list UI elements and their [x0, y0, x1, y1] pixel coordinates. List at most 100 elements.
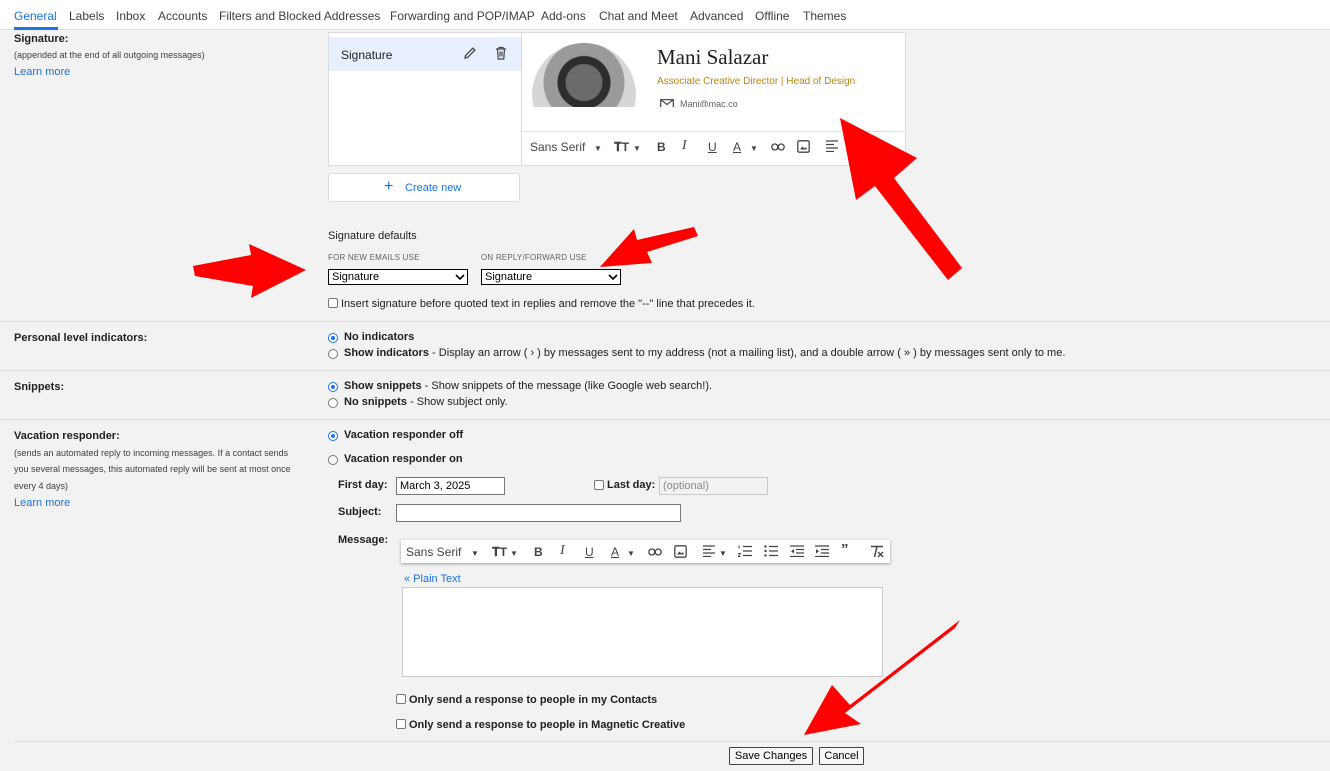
signature-desc: (appended at the end of all outgoing mes… — [14, 50, 205, 60]
only-org-label: Only send a response to people in Magnet… — [409, 719, 686, 731]
signature-item-label: Signature — [341, 48, 393, 62]
signature-title: Signature: — [14, 33, 69, 45]
align-icon[interactable] — [826, 140, 839, 152]
reply-forward-signature-select[interactable]: Signature — [481, 269, 621, 285]
only-org-checkbox[interactable] — [396, 719, 406, 729]
chevron-down-icon — [455, 274, 465, 281]
bold-icon[interactable]: B — [657, 140, 666, 154]
no-indicators-label: No indicators — [344, 331, 415, 343]
no-snippets-label: No snippets - Show subject only. — [344, 396, 508, 408]
tab-themes[interactable]: Themes — [803, 9, 846, 23]
remove-formatting-icon[interactable] — [870, 545, 884, 558]
no-snippets-radio[interactable] — [328, 398, 338, 408]
new-emails-signature-select[interactable]: Signature — [328, 269, 468, 285]
last-day-checkbox[interactable] — [594, 480, 604, 490]
signature-learn-more-link[interactable]: Learn more — [14, 66, 70, 78]
vacation-off-label: Vacation responder off — [344, 429, 464, 441]
tab-offline[interactable]: Offline — [755, 9, 789, 23]
arrow-to-new-email-default — [193, 244, 306, 298]
plus-icon: + — [384, 178, 394, 195]
create-new-signature-button[interactable]: + Create new — [328, 173, 520, 202]
align-icon[interactable] — [703, 545, 716, 557]
font-size-icon[interactable]: 𝐓T — [492, 545, 507, 560]
text-color-icon[interactable]: A — [733, 140, 741, 154]
signature-list: Signature — [329, 33, 522, 165]
message-label: Message: — [338, 534, 389, 546]
indent-more-icon[interactable] — [815, 545, 829, 557]
show-snippets-radio[interactable] — [328, 382, 338, 392]
font-caret-icon[interactable]: ▼ — [471, 549, 479, 558]
signature-panel: Signature Mani Salazar Associate Creativ… — [328, 32, 906, 166]
show-indicators-radio[interactable] — [328, 349, 338, 359]
chevron-down-icon — [608, 274, 618, 281]
signature-preview-role: Associate Creative Director | Head of De… — [657, 76, 856, 87]
underline-icon[interactable]: U — [708, 140, 717, 154]
bulleted-list-icon[interactable] — [764, 545, 778, 557]
tab-labels[interactable]: Labels — [69, 9, 104, 23]
last-day-label: Last day: — [607, 479, 656, 491]
vacation-desc-line1: (sends an automated reply to incoming me… — [14, 448, 289, 458]
underline-icon[interactable]: U — [585, 545, 594, 559]
tab-accounts[interactable]: Accounts — [158, 9, 207, 23]
tab-advanced[interactable]: Advanced — [690, 9, 743, 23]
insert-image-icon[interactable] — [797, 140, 810, 153]
align-caret-icon[interactable]: ▼ — [719, 549, 727, 558]
text-color-icon[interactable]: A — [611, 545, 619, 559]
show-indicators-label: Show indicators - Display an arrow ( › )… — [344, 347, 1066, 359]
only-contacts-checkbox[interactable] — [396, 694, 406, 704]
pencil-icon[interactable] — [462, 45, 478, 61]
signature-list-item[interactable]: Signature — [329, 37, 521, 71]
bold-icon[interactable]: B — [534, 545, 543, 559]
link-icon[interactable] — [771, 143, 785, 151]
link-icon[interactable] — [648, 548, 662, 556]
tab-general[interactable]: General — [14, 9, 57, 23]
font-size-icon[interactable]: 𝐓T — [614, 140, 629, 155]
tab-addons[interactable]: Add-ons — [541, 9, 586, 23]
reply-forward-signature-value: Signature — [485, 271, 533, 283]
insert-image-icon[interactable] — [674, 545, 687, 558]
quote-icon[interactable]: ” — [841, 541, 849, 558]
tab-chat-meet[interactable]: Chat and Meet — [599, 9, 678, 23]
italic-icon[interactable]: I — [682, 138, 687, 154]
reply-forward-label: ON REPLY/FORWARD USE — [481, 253, 587, 262]
italic-icon[interactable]: I — [560, 543, 565, 559]
numbered-list-icon[interactable] — [738, 545, 752, 557]
tab-filters[interactable]: Filters and Blocked Addresses — [219, 9, 380, 23]
subject-input[interactable] — [396, 504, 681, 522]
new-emails-label: FOR NEW EMAILS USE — [328, 253, 420, 262]
vacation-off-radio[interactable] — [328, 431, 338, 441]
no-indicators-radio[interactable] — [328, 333, 338, 343]
signature-preview-email: Mani@mac.co — [680, 99, 738, 107]
text-color-caret-icon[interactable]: ▼ — [627, 549, 635, 558]
signature-defaults-title: Signature defaults — [328, 230, 417, 242]
font-family-select[interactable]: Sans Serif — [406, 545, 461, 559]
indent-less-icon[interactable] — [790, 545, 804, 557]
create-new-label: Create new — [405, 182, 462, 194]
text-color-caret-icon[interactable]: ▼ — [750, 144, 758, 153]
font-size-caret-icon[interactable]: ▼ — [510, 549, 518, 558]
tab-inbox[interactable]: Inbox — [116, 9, 145, 23]
font-caret-icon[interactable]: ▼ — [594, 144, 602, 153]
font-size-caret-icon[interactable]: ▼ — [633, 144, 641, 153]
insert-signature-before-checkbox[interactable] — [328, 298, 338, 308]
signature-editor[interactable]: Mani Salazar Associate Creative Director… — [522, 33, 905, 165]
vacation-on-radio[interactable] — [328, 455, 338, 465]
last-day-input[interactable]: (optional) — [659, 477, 768, 495]
insert-signature-before-label: Insert signature before quoted text in r… — [341, 298, 755, 310]
section-divider — [0, 370, 1330, 371]
trash-icon[interactable] — [493, 45, 509, 61]
vacation-message-body[interactable] — [402, 587, 883, 677]
plain-text-link[interactable]: « Plain Text — [404, 573, 461, 585]
tab-forwarding[interactable]: Forwarding and POP/IMAP — [390, 9, 535, 23]
vacation-learn-more-link[interactable]: Learn more — [14, 497, 70, 509]
section-divider — [0, 419, 1330, 420]
font-family-select[interactable]: Sans Serif — [530, 140, 585, 154]
snippets-title: Snippets: — [14, 381, 65, 393]
save-changes-button[interactable]: Save Changes — [729, 747, 813, 765]
arrow-to-reply-default — [600, 227, 698, 267]
signature-preview-name: Mani Salazar — [657, 45, 769, 69]
signature-format-toolbar: Sans Serif ▼ 𝐓T ▼ B I U A ▼ — [522, 131, 905, 161]
personal-indicators-title: Personal level indicators: — [14, 332, 148, 344]
first-day-input[interactable]: March 3, 2025 — [396, 477, 505, 495]
cancel-button[interactable]: Cancel — [819, 747, 864, 765]
